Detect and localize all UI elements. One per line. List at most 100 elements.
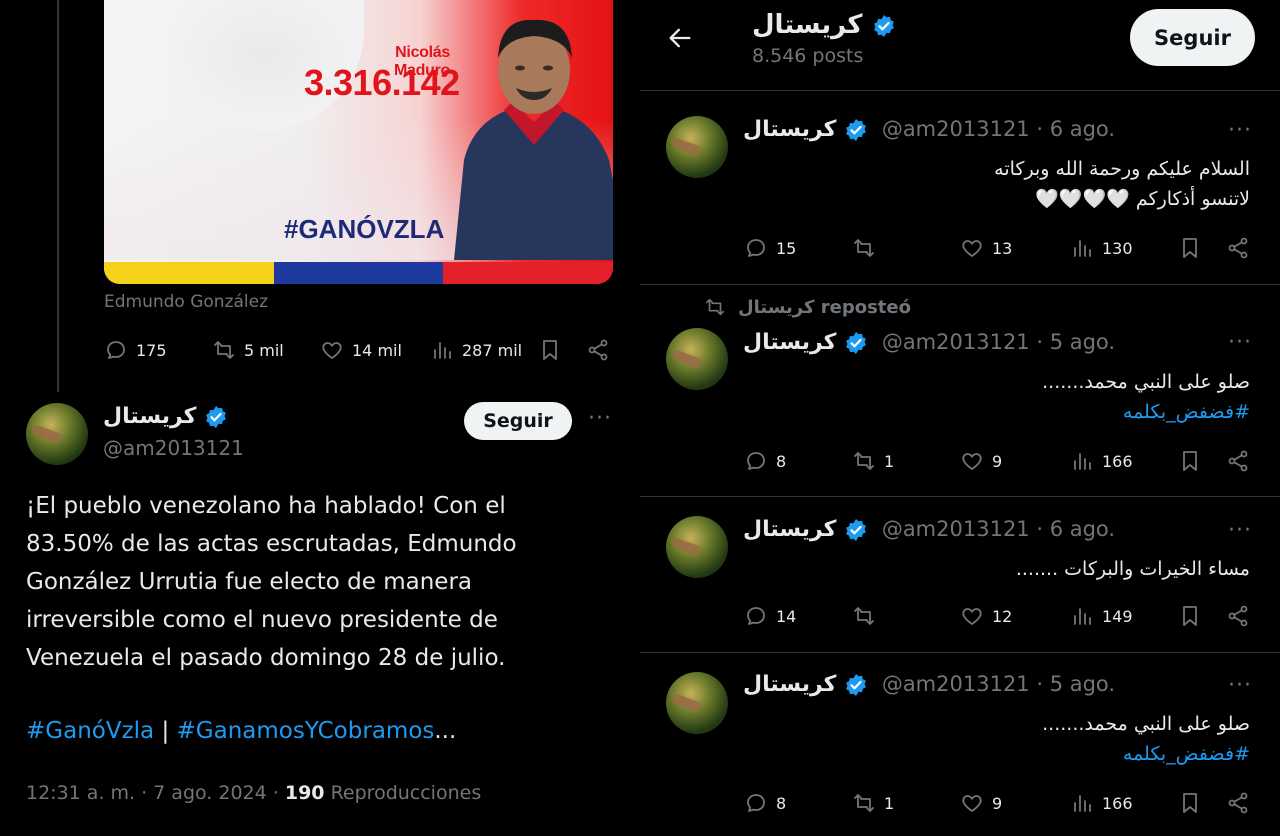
tweet-text: ¡El pueblo venezolano ha hablado! Con el…: [26, 493, 517, 671]
avatar[interactable]: [666, 116, 728, 178]
like-action[interactable]: 12: [960, 604, 1012, 628]
repost-count: 5 mil: [244, 340, 284, 360]
repost-label[interactable]: كريستال reposteó: [738, 297, 911, 318]
views-action[interactable]: 166: [1070, 449, 1133, 473]
views-icon: [1074, 240, 1091, 257]
share-icon: [1228, 237, 1248, 259]
share-action[interactable]: [586, 338, 610, 362]
views-action[interactable]: 287 mil: [430, 338, 522, 362]
repost-icon: [854, 452, 874, 470]
hashtag-link[interactable]: #GanamosYCobramos: [177, 718, 435, 744]
heart-icon: [962, 795, 982, 812]
views-label: Reproducciones: [324, 782, 482, 804]
views-icon: [434, 342, 451, 359]
reply-action[interactable]: 8: [744, 791, 786, 815]
views-icon: [1074, 608, 1091, 625]
repost-icon: [854, 607, 874, 625]
post-handle-date[interactable]: @am2013121 · 6 ago.: [882, 517, 1115, 541]
more-options-icon[interactable]: ···: [588, 406, 612, 431]
back-arrow-icon[interactable]: [666, 24, 694, 52]
avatar[interactable]: [26, 403, 88, 465]
post-handle-date[interactable]: @am2013121 · 5 ago.: [882, 672, 1115, 696]
post-author-name[interactable]: كريستال: [743, 517, 836, 542]
follow-button[interactable]: Seguir: [464, 402, 572, 440]
reply-action[interactable]: 15: [744, 236, 796, 260]
like-action[interactable]: 13: [960, 236, 1012, 260]
avatar[interactable]: [666, 516, 728, 578]
heart-icon: [322, 342, 342, 359]
bookmark-action[interactable]: [538, 338, 562, 362]
repost-action[interactable]: 5 mil: [212, 338, 284, 362]
share-action[interactable]: [1226, 449, 1250, 473]
share-action[interactable]: [1226, 791, 1250, 815]
post-text-line: مساء الخيرات والبركات .......: [1015, 558, 1250, 580]
bookmark-icon: [1183, 606, 1197, 626]
views-count: 166: [1102, 451, 1133, 471]
repost-action[interactable]: 1: [852, 449, 894, 473]
hashtag-link[interactable]: #فضفض_بكلمه: [1123, 739, 1250, 769]
reply-action[interactable]: 175: [104, 338, 167, 362]
verified-badge-icon: [846, 674, 867, 696]
views-count: 287 mil: [462, 340, 523, 360]
views-action[interactable]: 130: [1070, 236, 1133, 260]
left-tweet-panel: Nicolás Maduro 3.316.142 #GANÓVZLA Edmun…: [0, 0, 640, 836]
repost-action[interactable]: 1: [852, 791, 894, 815]
more-options-icon[interactable]: ···: [1228, 330, 1252, 355]
reply-icon: [747, 452, 765, 470]
views-action[interactable]: 166: [1070, 791, 1133, 815]
bookmark-action[interactable]: [1178, 236, 1202, 260]
more-options-icon[interactable]: ···: [1228, 518, 1252, 543]
verified-badge-icon: [846, 119, 867, 141]
candidate-votes: 3.316.142: [304, 62, 460, 103]
avatar[interactable]: [666, 672, 728, 734]
more-options-icon[interactable]: ···: [1228, 118, 1252, 143]
share-action[interactable]: [1226, 236, 1250, 260]
tweet-timestamp[interactable]: 12:31 a. m. · 7 ago. 2024 ·: [26, 782, 285, 804]
bookmark-action[interactable]: [1178, 449, 1202, 473]
hashtag-link[interactable]: #GanóVzla: [26, 718, 154, 744]
reply-action[interactable]: 8: [744, 449, 786, 473]
author-handle[interactable]: @am2013121: [103, 436, 244, 460]
profile-title: كريستال: [752, 10, 896, 40]
like-action[interactable]: 9: [960, 449, 1002, 473]
views-count: 166: [1102, 793, 1133, 813]
reply-count: 8: [776, 451, 787, 471]
hashtag-link[interactable]: #فضفض_بكلمه: [1123, 397, 1250, 427]
reply-action[interactable]: 14: [744, 604, 796, 628]
repost-icon: [214, 341, 234, 359]
repost-count: 1: [884, 451, 895, 471]
bookmark-action[interactable]: [1178, 791, 1202, 815]
reply-icon: [107, 341, 125, 359]
verified-badge-icon: [206, 406, 227, 428]
post-text-line: السلام عليكم ورحمة الله وبركاته: [994, 158, 1250, 180]
post-author-name[interactable]: كريستال: [743, 672, 836, 697]
post-handle-date[interactable]: @am2013121 · 5 ago.: [882, 330, 1115, 354]
avatar[interactable]: [666, 328, 728, 390]
like-action[interactable]: 14 mil: [320, 338, 402, 362]
reply-count: 175: [136, 340, 167, 360]
post-author-name[interactable]: كريستال: [743, 330, 836, 355]
views-count: 149: [1102, 606, 1133, 626]
repost-icon: [854, 794, 874, 812]
share-icon: [1228, 792, 1248, 814]
post-author-name[interactable]: كريستال: [743, 117, 836, 142]
bookmark-action[interactable]: [1178, 604, 1202, 628]
tweet-hashtags: #GanóVzla | #GanamosYCobramos...: [26, 718, 456, 744]
repost-action[interactable]: [852, 604, 884, 628]
more-options-icon[interactable]: ···: [1228, 673, 1252, 698]
views-number: 190: [284, 782, 325, 804]
bookmark-icon: [1183, 238, 1197, 258]
header-follow-button[interactable]: Seguir: [1130, 9, 1255, 66]
share-action[interactable]: [1226, 604, 1250, 628]
views-action[interactable]: 149: [1070, 604, 1133, 628]
bookmark-icon: [543, 340, 557, 360]
like-count: 12: [992, 606, 1013, 626]
heart-icon: [962, 453, 982, 470]
post-handle-date[interactable]: @am2013121 · 6 ago.: [882, 117, 1115, 141]
repost-icon: [854, 239, 874, 257]
author-name-row[interactable]: كريستال: [103, 404, 228, 429]
quoted-media-image[interactable]: Nicolás Maduro 3.316.142 #GANÓVZLA: [104, 0, 613, 284]
like-action[interactable]: 9: [960, 791, 1002, 815]
repost-action[interactable]: [852, 236, 884, 260]
post-author-row: كريستال @am2013121 · 5 ago.: [743, 330, 1115, 355]
